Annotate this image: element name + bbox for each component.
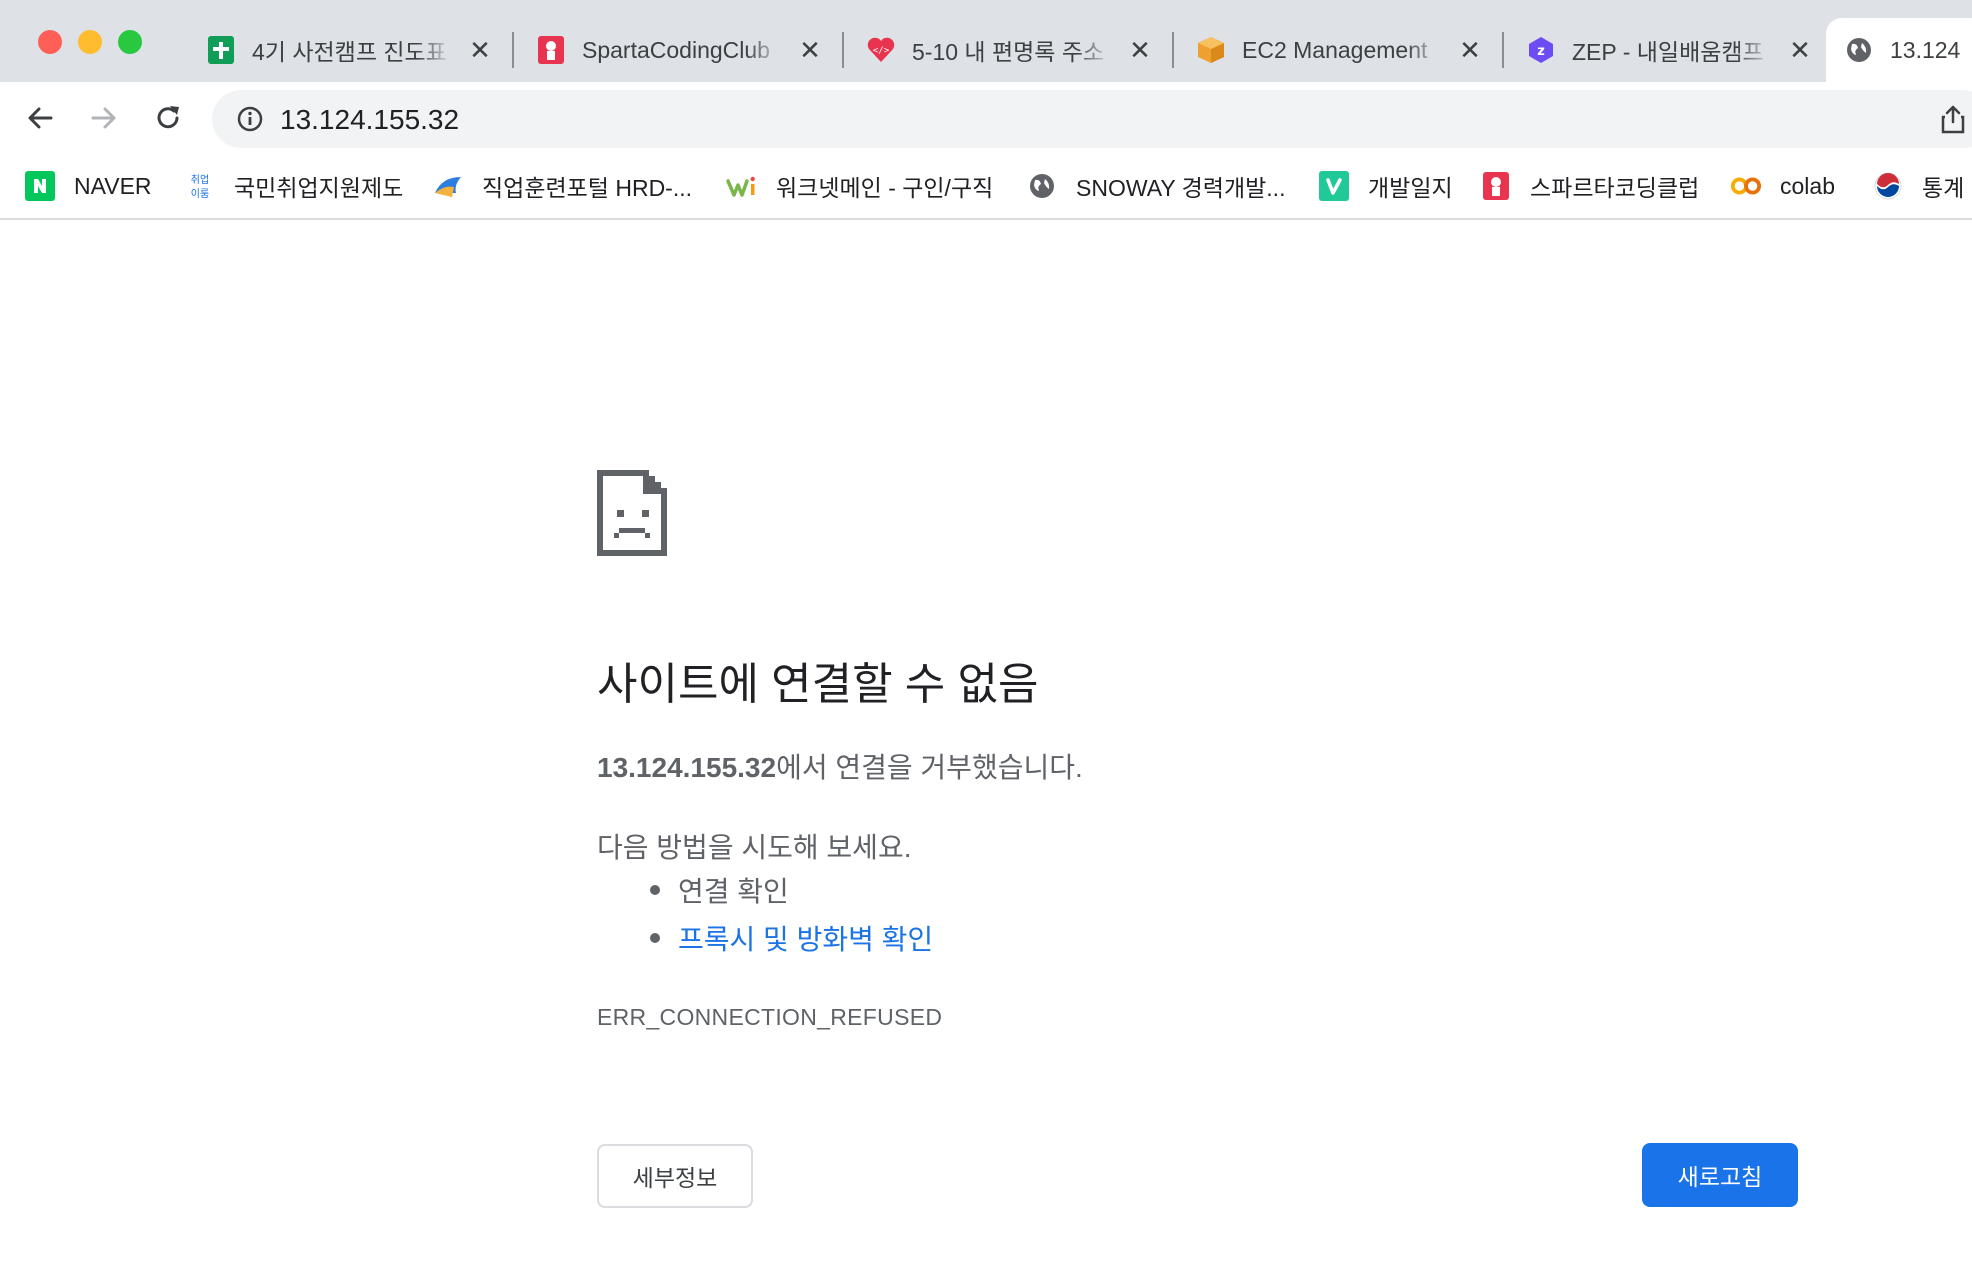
error-title: 사이트에 연결할 수 없음 (597, 660, 1039, 709)
google-sheets-icon (206, 35, 236, 65)
address-bar[interactable]: 13.124.155.32 (212, 90, 1972, 148)
back-arrow-icon (28, 107, 53, 129)
suggestion-heading: 다음 방법을 시도해 보세요. (597, 832, 912, 863)
bookmark-label: colab (1780, 172, 1835, 199)
reload-icon (157, 106, 179, 129)
forward-arrow-icon (91, 107, 116, 129)
tab-divider (1172, 32, 1174, 68)
tab-ec2-management[interactable]: EC2 Management ✕ (1178, 18, 1494, 82)
tab-divider (1502, 32, 1504, 68)
window-minimize-button[interactable] (78, 30, 102, 54)
toolbar: 13.124.155.32 (0, 82, 1972, 154)
tab-title: SpartaCodingClub (582, 36, 770, 63)
tab-title: 13.124 (1890, 36, 1961, 63)
details-button[interactable]: 세부정보 (597, 1144, 753, 1208)
share-icon[interactable] (1940, 104, 1966, 139)
suggestion-label: 연결 확인 (678, 876, 789, 907)
colab-icon (1730, 170, 1762, 202)
globe-icon (1844, 35, 1874, 65)
bookmark-label: 통계 (1922, 175, 1965, 201)
bookmark-statistics[interactable]: 통계 (1872, 166, 1964, 206)
back-button[interactable] (14, 92, 66, 144)
window-maximize-button[interactable] (118, 30, 142, 54)
svg-text:z: z (1537, 44, 1545, 59)
svg-text:</>: </> (873, 46, 890, 56)
bookmark-naver[interactable]: NAVER (24, 166, 152, 206)
tab-sheets[interactable]: 4기 사전캠프 진도표 ✕ (188, 18, 504, 82)
tab-title: 4기 사전캠프 진도표 (252, 39, 447, 65)
bookmark-devlog[interactable]: 개발일지 (1318, 166, 1453, 206)
tab-guestbook[interactable]: </> 5-10 내 편명록 주소 ✕ (848, 18, 1164, 82)
site-info-icon[interactable] (236, 105, 264, 138)
bookmark-worknet[interactable]: 워크넷메인 - 구인/구직 (726, 166, 993, 206)
close-icon[interactable]: ✕ (1126, 35, 1154, 66)
bookmark-label: 개발일지 (1368, 175, 1453, 201)
close-icon[interactable]: ✕ (1786, 35, 1814, 66)
bookmark-label: SNOWAY 경력개발... (1076, 175, 1286, 201)
bookmark-employment[interactable]: 취업이룸 국민취업지원제도 (184, 166, 403, 206)
code-heart-icon: </> (866, 35, 896, 65)
close-icon[interactable]: ✕ (466, 35, 494, 66)
tab-spartacodingclub[interactable]: SpartaCodingClub ✕ (518, 18, 834, 82)
reload-page-button[interactable]: 새로고침 (1642, 1143, 1798, 1207)
tab-title: EC2 Management (1242, 36, 1428, 63)
bookmark-label: NAVER (74, 172, 152, 199)
bookmark-label: 워크넷메인 - 구인/구직 (776, 175, 994, 201)
svg-text:취업: 취업 (191, 173, 209, 186)
naver-icon (24, 170, 56, 202)
bookmark-label: 스파르타코딩클럽 (1530, 175, 1700, 201)
reload-button[interactable] (142, 92, 194, 144)
korea-gov-icon (1872, 170, 1904, 202)
window-close-button[interactable] (38, 30, 62, 54)
sad-page-icon (597, 470, 671, 561)
bullet (650, 933, 660, 943)
globe-icon (1026, 170, 1058, 202)
close-icon[interactable]: ✕ (1456, 35, 1484, 66)
tab-divider (842, 32, 844, 68)
bookmark-colab[interactable]: colab (1730, 166, 1835, 206)
zep-icon: z (1526, 35, 1556, 65)
svg-text:이룸: 이룸 (191, 188, 209, 200)
bookmark-sparta[interactable]: 스파르타코딩클럽 (1480, 166, 1699, 206)
error-host: 13.124.155.32 (597, 752, 777, 783)
tab-zep[interactable]: z ZEP - 내일배움캠프 ✕ (1508, 18, 1824, 82)
velog-icon (1318, 170, 1350, 202)
bookmark-label: 직업훈련포털 HRD-... (482, 175, 693, 201)
bookmark-label: 국민취업지원제도 (234, 175, 404, 201)
bookmarks-bar: NAVER 취업이룸 국민취업지원제도 직업훈련포털 HRD-... 워크넷메인… (0, 154, 1972, 220)
bookmark-hrd[interactable]: 직업훈련포털 HRD-... (432, 166, 692, 206)
tab-title: ZEP - 내일배움캠프 (1572, 39, 1764, 65)
suggestion-link[interactable]: 프록시 및 방화벽 확인 (678, 918, 933, 958)
error-message: 13.124.155.32에서 연결을 거부했습니다. (597, 746, 1083, 786)
employment-icon: 취업이룸 (184, 170, 216, 202)
sparta-icon (536, 35, 566, 65)
tab-divider (512, 32, 514, 68)
forward-button[interactable] (78, 92, 130, 144)
hrd-icon (432, 170, 464, 202)
tab-active-current[interactable]: 13.124 (1826, 18, 1972, 82)
worknet-icon (726, 170, 758, 202)
aws-box-icon (1196, 35, 1226, 65)
bookmark-snoway[interactable]: SNOWAY 경력개발... (1026, 166, 1285, 206)
close-icon[interactable]: ✕ (796, 35, 824, 66)
tab-title: 5-10 내 편명록 주소 (912, 39, 1105, 65)
bullet (650, 885, 660, 895)
tab-strip: 4기 사전캠프 진도표 ✕ SpartaCodingClub ✕ </> 5-1… (0, 0, 1972, 82)
suggestion-check-proxy-firewall[interactable]: 프록시 및 방화벽 확인 (650, 918, 933, 958)
error-message-text: 에서 연결을 거부했습니다. (776, 752, 1083, 783)
sparta-icon (1480, 170, 1512, 202)
suggestion-check-connection: 연결 확인 (650, 870, 789, 910)
url-text[interactable]: 13.124.155.32 (280, 104, 459, 136)
error-code: ERR_CONNECTION_REFUSED (597, 1004, 943, 1030)
